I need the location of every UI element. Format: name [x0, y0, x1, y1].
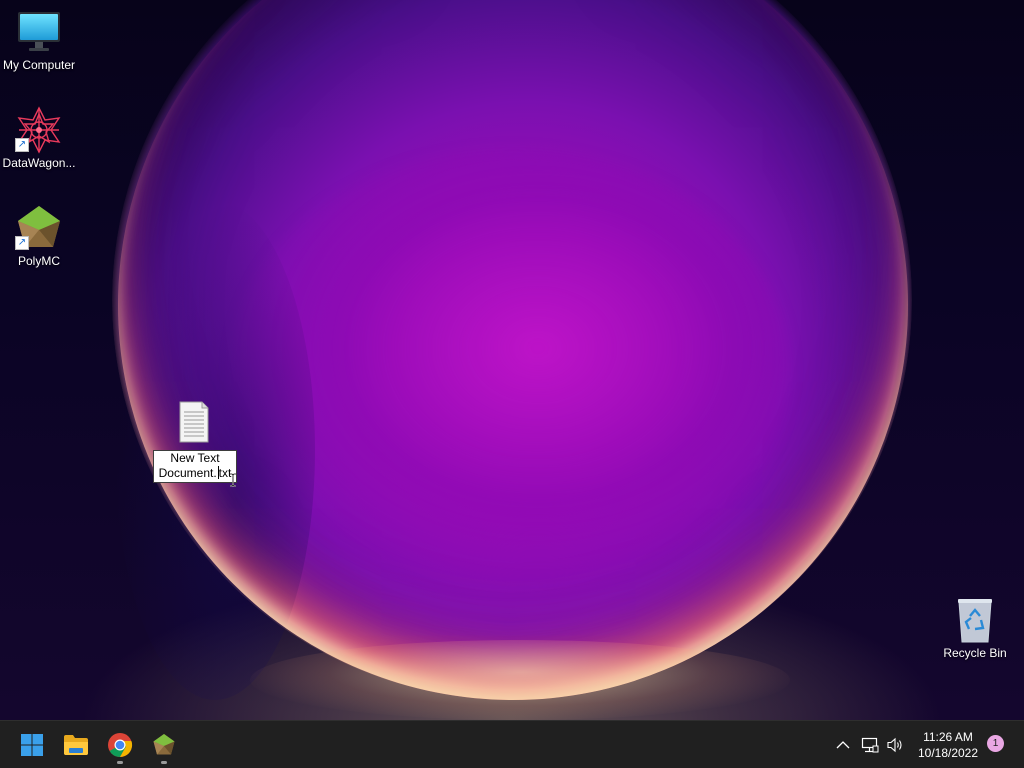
taskbar-file-explorer[interactable] [56, 725, 96, 765]
desktop-icon-datawagon[interactable]: ↗ DataWagon... [0, 106, 78, 171]
running-indicator [117, 761, 123, 764]
show-hidden-icons-button[interactable] [833, 735, 853, 755]
rename-filename-input[interactable]: New Text Document. txt [153, 450, 237, 483]
chevron-up-icon [836, 741, 850, 749]
text-document-icon [174, 400, 214, 444]
desktop-icon-label: My Computer [2, 58, 76, 72]
shortcut-arrow-icon: ↗ [15, 236, 29, 250]
folder-icon [64, 735, 88, 755]
network-button[interactable] [860, 735, 880, 755]
windows-logo-icon [21, 734, 43, 756]
clock-date: 10/18/2022 [917, 746, 979, 760]
start-button[interactable] [12, 725, 52, 765]
taskbar-clock[interactable]: 11:26 AM 10/18/2022 [912, 729, 984, 761]
polymc-icon [153, 734, 175, 755]
desktop-icon-polymc[interactable]: ↗ PolyMC [0, 204, 78, 269]
desktop-icon-new-text-document[interactable] [155, 400, 233, 446]
desktop-background: My Computer ↗ DataWagon... ↗ PolyMC Recy… [0, 0, 1024, 720]
wallpaper-glow [250, 640, 790, 720]
desktop-icon-my-computer[interactable]: My Computer [0, 8, 78, 73]
taskbar: 11:26 AM 10/18/2022 [0, 720, 1024, 768]
clock-time: 11:26 AM [923, 730, 973, 744]
rename-line-2: Document. txt [154, 466, 236, 481]
network-icon [861, 737, 879, 753]
taskbar-polymc[interactable] [144, 725, 184, 765]
rename-line-1: New Text [170, 451, 220, 465]
desktop-icon-label: DataWagon... [2, 156, 76, 170]
volume-icon [887, 737, 902, 753]
recycle-bin-icon [951, 596, 999, 644]
desktop-icon-recycle-bin[interactable]: Recycle Bin [936, 596, 1014, 661]
chrome-icon [108, 733, 133, 758]
desktop-icon-label: PolyMC [17, 254, 60, 268]
ibeam-cursor-icon [230, 473, 236, 487]
monitor-icon [15, 8, 63, 56]
notification-badge[interactable]: 1 [987, 735, 1004, 752]
taskbar-chrome[interactable] [100, 725, 140, 765]
rename-text-before-caret: Document. [158, 466, 217, 480]
datawagon-icon: ↗ [15, 106, 63, 154]
desktop-icon-label: Recycle Bin [943, 646, 1007, 660]
polymc-icon: ↗ [15, 204, 63, 252]
volume-button[interactable] [885, 735, 905, 755]
shortcut-arrow-icon: ↗ [15, 138, 29, 152]
running-indicator [161, 761, 167, 764]
